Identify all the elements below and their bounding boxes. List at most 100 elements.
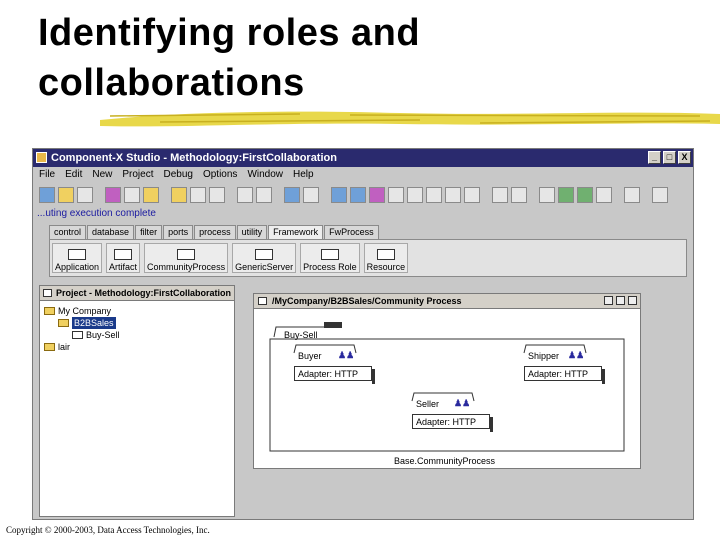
menu-help[interactable]: Help [293, 167, 314, 183]
menu-file[interactable]: File [39, 167, 55, 183]
slide-title: Identifying roles and collaborations [38, 8, 678, 108]
palette-process-role[interactable]: Process Role [300, 243, 360, 273]
network-icon[interactable] [558, 187, 574, 203]
toolbar [35, 184, 691, 206]
component-icon [320, 249, 339, 260]
project-panel: Project - Methodology:FirstCollaboration… [39, 285, 235, 517]
new-file-icon[interactable] [39, 187, 55, 203]
tree-node-label: lair [58, 342, 71, 352]
role-seller-label: Seller [416, 399, 440, 409]
tab-control[interactable]: control [49, 225, 87, 239]
lock-icon[interactable] [237, 187, 253, 203]
cut-icon[interactable] [624, 187, 640, 203]
tab-filter[interactable]: filter [135, 225, 163, 239]
tab-utility[interactable]: utility [236, 225, 268, 239]
palette-tabs: control database filter ports process ut… [49, 225, 379, 239]
tree-node-label: Buy-Sell [86, 330, 120, 340]
container-label: Buy-Sell [284, 330, 318, 340]
shipper-adapter[interactable]: Adapter: HTTP [524, 366, 605, 384]
close-button[interactable]: X [678, 151, 691, 164]
component-icon [177, 249, 196, 260]
table-icon[interactable] [511, 187, 527, 203]
tab-framework[interactable]: Framework [268, 225, 324, 239]
watch-icon[interactable] [388, 187, 404, 203]
palette-community-process[interactable]: CommunityProcess [144, 243, 229, 273]
component-palette: Application Artifact CommunityProcess Ge… [49, 239, 687, 277]
tree-node-label: B2BSales [72, 317, 116, 329]
seller-adapter[interactable]: Adapter: HTTP [412, 414, 493, 432]
tree-node-root[interactable]: My Company [44, 305, 230, 317]
minimize-button[interactable]: _ [648, 151, 661, 164]
globe-icon[interactable] [577, 187, 593, 203]
buyer-adapter[interactable]: Adapter: HTTP [294, 366, 375, 384]
palette-label: Resource [366, 262, 406, 272]
compile-icon[interactable] [124, 187, 140, 203]
diagram-maximize-button[interactable] [616, 296, 625, 305]
stop-icon[interactable] [407, 187, 423, 203]
title-underline-brushstroke [100, 111, 720, 127]
diagram-close-button[interactable] [628, 296, 637, 305]
app-icon [36, 152, 47, 163]
diagram-title: /MyCompany/B2BSales/Community Process [272, 296, 462, 306]
open-folder-icon[interactable] [58, 187, 74, 203]
diagram-window: /MyCompany/B2BSales/Community Process Bu… [253, 293, 641, 469]
distribute-icon[interactable] [445, 187, 461, 203]
help-icon[interactable] [652, 187, 668, 203]
align-icon[interactable] [426, 187, 442, 203]
palette-resource[interactable]: Resource [363, 243, 409, 273]
component-icon [68, 249, 87, 260]
buy-sell-link-icon [324, 322, 342, 328]
step-icon[interactable] [350, 187, 366, 203]
tree-node-other[interactable]: lair [44, 341, 230, 353]
folder-icon [44, 343, 55, 351]
palette-artifact[interactable]: Artifact [106, 243, 141, 273]
tab-process[interactable]: process [194, 225, 236, 239]
menu-project[interactable]: Project [122, 167, 153, 183]
tree-node-b2bsales[interactable]: B2BSales [44, 317, 230, 329]
diagram-controls [604, 296, 637, 305]
window-controls: _ □ X [648, 151, 691, 164]
import-icon[interactable] [143, 187, 159, 203]
run-icon[interactable] [105, 187, 121, 203]
menu-window[interactable]: Window [247, 167, 283, 183]
project-tree: My Company B2BSales Buy-Sell lair [40, 301, 234, 357]
buyer-actor-icon: ♟♟ [338, 350, 355, 360]
tab-fwprocess[interactable]: FwProcess [324, 225, 379, 239]
gear-icon[interactable] [596, 187, 612, 203]
maximize-button[interactable]: □ [663, 151, 676, 164]
diagram-footer: Base.CommunityProcess [394, 456, 496, 466]
adapter-label: Adapter: HTTP [528, 369, 589, 379]
tree-icon[interactable] [539, 187, 555, 203]
diagram-restore-button[interactable] [604, 296, 613, 305]
key-icon[interactable] [284, 187, 300, 203]
component-icon[interactable] [171, 187, 187, 203]
package-icon[interactable] [190, 187, 206, 203]
studio-window: Component-X Studio - Methodology:FirstCo… [32, 148, 694, 520]
menu-options[interactable]: Options [203, 167, 237, 183]
save-icon[interactable] [77, 187, 93, 203]
layout-icon[interactable] [464, 187, 480, 203]
menu-debug[interactable]: Debug [164, 167, 193, 183]
seller-actor-icon: ♟♟ [454, 398, 471, 408]
breakpoint-icon[interactable] [369, 187, 385, 203]
menubar: File Edit New Project Debug Options Wind… [33, 167, 693, 183]
connector-icon [72, 331, 83, 339]
tab-ports[interactable]: ports [163, 225, 194, 239]
slide-title-line-1: Identifying roles and [38, 12, 421, 54]
tab-database[interactable]: database [87, 225, 135, 239]
palette-generic-server[interactable]: GenericServer [232, 243, 297, 273]
link-icon[interactable] [303, 187, 319, 203]
grid-icon[interactable] [492, 187, 508, 203]
palette-application[interactable]: Application [52, 243, 103, 273]
server-icon[interactable] [256, 187, 272, 203]
palette-label: Application [55, 262, 100, 272]
menu-edit[interactable]: Edit [65, 167, 82, 183]
copyright-notice: Copyright © 2000-2003, Data Access Techn… [6, 525, 210, 535]
project-panel-title: Project - Methodology:FirstCollaboration [40, 286, 234, 301]
debug-icon[interactable] [331, 187, 347, 203]
folder-icon [58, 319, 69, 327]
component-icon [376, 249, 395, 260]
menu-new[interactable]: New [92, 167, 112, 183]
tree-node-buy-sell[interactable]: Buy-Sell [44, 329, 230, 341]
deploy-icon[interactable] [209, 187, 225, 203]
